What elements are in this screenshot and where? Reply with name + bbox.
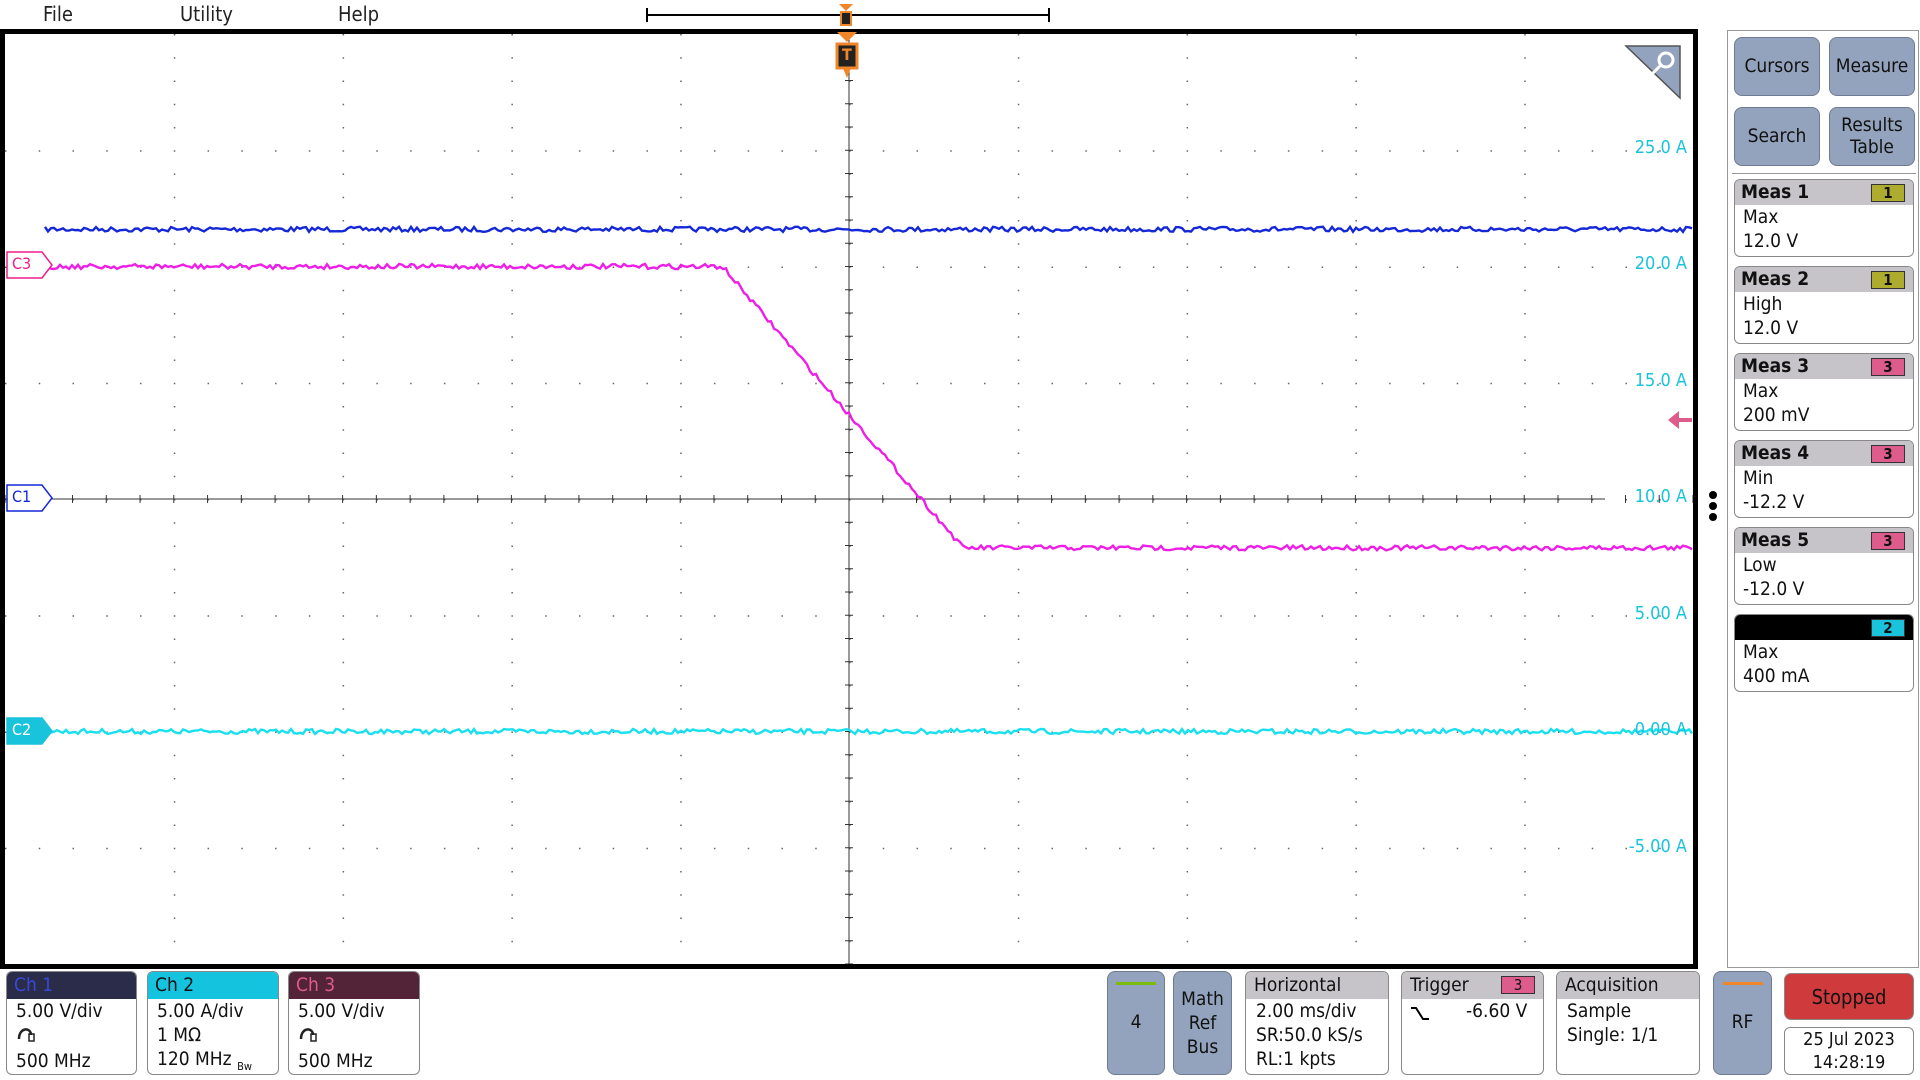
measurement-source-badge: 1 [1871,271,1905,289]
ch2-trace [44,726,1693,736]
ch2-scale-label: 10.0 A [1634,486,1687,507]
trigger-position-icon [839,4,853,11]
rf-color-bar [1722,982,1763,985]
measure-button[interactable]: Measure [1829,37,1915,96]
measurement-source-badge: 3 [1871,358,1905,376]
cursors-button[interactable]: Cursors [1734,37,1820,96]
measurement-card[interactable]: Meas 4 3 Min -12.2 V [1734,440,1914,518]
ch2-scale-label: 15.0 A [1634,370,1687,391]
more-options-icon[interactable] [1707,490,1719,528]
right-panel: Cursors Measure Search Results Table Mea… [1727,30,1919,968]
ch2-scale-label: 0.00 A [1634,719,1687,740]
date-time-display[interactable]: 25 Jul 2023 14:28:19 [1784,1027,1914,1075]
ch2-scale-label: 5.00 A [1634,603,1687,624]
ch4-color-bar [1116,982,1156,985]
measurement-source-badge: 3 [1871,532,1905,550]
ch3-trace [44,261,1693,552]
trigger-time-marker[interactable]: T [835,32,859,86]
zoom-icon[interactable] [1624,44,1684,104]
channel-1-badge[interactable]: Ch 1 5.00 V/div 500 MHz [6,971,137,1075]
probe-icon [16,1023,136,1049]
menu-utility[interactable]: Utility [180,2,233,26]
measurement-card[interactable]: 2 Max 400 mA [1734,614,1914,692]
measurement-source-badge: 2 [1871,619,1905,637]
ch1-offset-marker[interactable]: C1 [6,484,54,516]
measurement-card[interactable]: Meas 5 3 Low -12.0 V [1734,527,1914,605]
ch2-scale-label: 25.0 A [1634,137,1687,158]
ch2-offset-marker[interactable]: C2 [6,717,54,749]
record-timeline[interactable] [644,4,1052,26]
measurement-source-badge: 3 [1871,445,1905,463]
ch2-scale-label: -5.00 A [1628,836,1687,857]
divider [1732,173,1916,174]
channel-3-badge[interactable]: Ch 3 5.00 V/div 500 MHz [288,971,420,1075]
falling-edge-icon [1411,1007,1429,1020]
menu-help[interactable]: Help [338,2,379,26]
math-ref-bus-button[interactable]: Math Ref Bus [1173,971,1232,1075]
waveform-display[interactable] [0,29,1698,969]
results-table-button[interactable]: Results Table [1829,107,1915,166]
horizontal-badge[interactable]: Horizontal 2.00 ms/div SR:50.0 kS/s RL:1 k… [1245,971,1389,1075]
menu-file[interactable]: File [43,2,73,26]
rf-button[interactable]: RF [1713,971,1772,1075]
measurement-source-badge: 1 [1871,184,1905,202]
search-button[interactable]: Search [1734,107,1820,166]
ch2-scale-label: 20.0 A [1634,253,1687,274]
ch4-button[interactable]: 4 [1107,971,1165,1075]
measurement-card[interactable]: Meas 1 1 Max 12.0 V [1734,179,1914,257]
probe-icon [298,1023,419,1049]
measurement-card[interactable]: Meas 2 1 High 12.0 V [1734,266,1914,344]
trigger-level-arrow-icon [1668,410,1694,434]
run-stop-status-button[interactable]: Stopped [1784,973,1914,1020]
trigger-badge[interactable]: Trigger 3 -6.60 V [1401,971,1544,1075]
channel-2-badge[interactable]: Ch 2 5.00 A/div 1 MΩ 120 MHz Bw [147,971,279,1075]
acquisition-badge[interactable]: Acquisition Sample Single: 1/1 [1556,971,1700,1075]
ch3-offset-marker[interactable]: C3 [6,251,54,283]
trigger-source-badge: 3 [1501,976,1535,994]
measurement-card[interactable]: Meas 3 3 Max 200 mV [1734,353,1914,431]
ch1-trace [43,224,1693,234]
